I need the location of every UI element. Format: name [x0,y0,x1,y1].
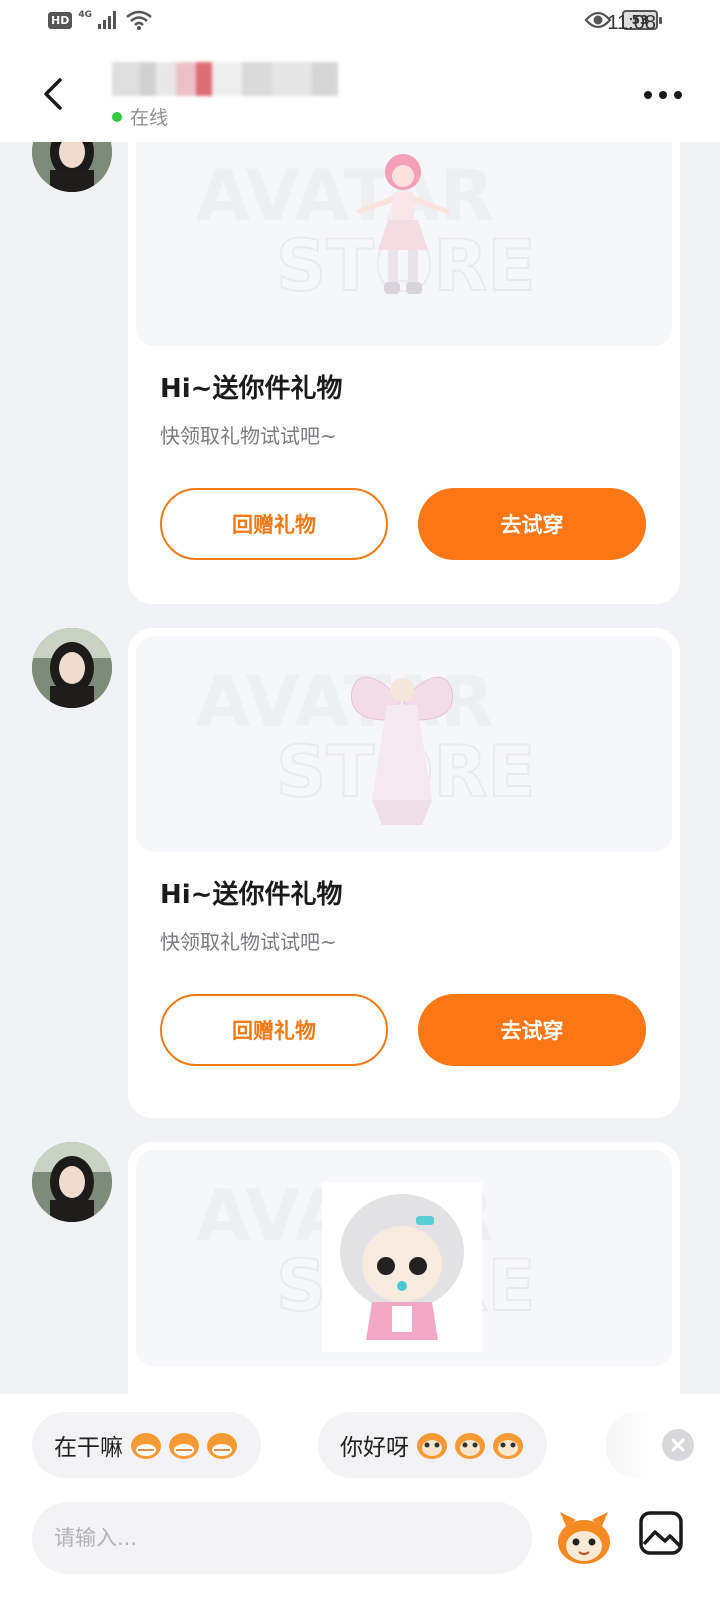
back-button[interactable] [36,72,76,116]
clock: 11:08 [607,12,656,34]
gift-card: AVATAR STORE [128,1142,680,1394]
gift-outfit-figure [356,154,450,294]
image-picker-button[interactable] [638,1510,684,1556]
avatar[interactable] [32,628,112,708]
online-dot [112,111,122,122]
gift-subtitle: 快领取礼物试试吧~ [160,424,337,448]
hd-badge: HD [48,11,73,29]
wave-emoji-icon [493,1433,523,1459]
avatar-photo [32,628,112,708]
more-options-button[interactable] [644,88,682,102]
message-input[interactable] [32,1502,532,1574]
gift-preview-image[interactable]: AVATAR STORE [136,1150,672,1366]
more-dot [644,91,652,99]
more-dot [659,91,667,99]
image-icon [639,1511,683,1555]
grin-emoji-icon [169,1433,199,1459]
signal-icon [98,11,116,29]
gift-subtitle: 快领取礼物试试吧~ [160,930,337,954]
mascot-sticker-icon [558,1512,610,1564]
quick-reply-text: 你好呀 [340,1435,409,1461]
composer-area: 在干嘛 你好呀 [0,1394,720,1600]
avatar-photo [32,142,112,192]
sticker-button[interactable] [552,1506,616,1570]
try-on-button[interactable]: 去试穿 [418,488,646,560]
grin-emoji-icon [207,1433,237,1459]
return-gift-button[interactable]: 回赠礼物 [160,994,388,1066]
wave-emoji-icon [455,1433,485,1459]
chevron-left-icon [44,78,62,110]
try-on-button[interactable]: 去试穿 [418,994,646,1066]
quick-reply-chip[interactable]: 在干嘛 [32,1412,261,1478]
gift-title: Hi~送你件礼物 [160,374,343,404]
message-list[interactable]: AVATAR STORE Hi~送你件礼物 快领取礼物试试吧~ 回赠礼物 去试穿 [0,142,720,1394]
grin-emoji-icon [131,1433,161,1459]
gift-card: AVATAR STORE Hi~送你件礼物 快领取礼物试试吧~ 回赠礼物 去试穿 [128,628,680,1118]
more-dot [674,91,682,99]
chat-header: 在线 [0,50,720,142]
gift-fairy-outfit-figure [350,676,454,825]
wifi-icon [126,10,152,30]
quick-reply-text: 在干嘛 [54,1435,123,1461]
close-icon [671,1438,685,1452]
gift-preview-image[interactable]: AVATAR STORE [136,142,672,346]
gift-card: AVATAR STORE Hi~送你件礼物 快领取礼物试试吧~ 回赠礼物 去试穿 [128,142,680,604]
gift-chibi-figure [322,1182,482,1352]
online-status-text: 在线 [130,107,169,129]
avatar-photo [32,1142,112,1222]
quick-reply-chip[interactable]: 你好呀 [318,1412,547,1478]
avatar[interactable] [32,142,112,192]
avatar[interactable] [32,1142,112,1222]
wave-emoji-icon [417,1433,447,1459]
gift-title: Hi~送你件礼物 [160,880,343,910]
status-bar: HD 4G 53 11:08 [0,0,720,50]
close-quick-replies-button[interactable] [662,1429,694,1461]
contact-name-blurred [112,62,338,96]
online-indicator: 在线 [112,103,168,130]
gift-preview-image[interactable]: AVATAR STORE [136,636,672,852]
return-gift-button[interactable]: 回赠礼物 [160,488,388,560]
network-type: 4G [78,10,92,20]
